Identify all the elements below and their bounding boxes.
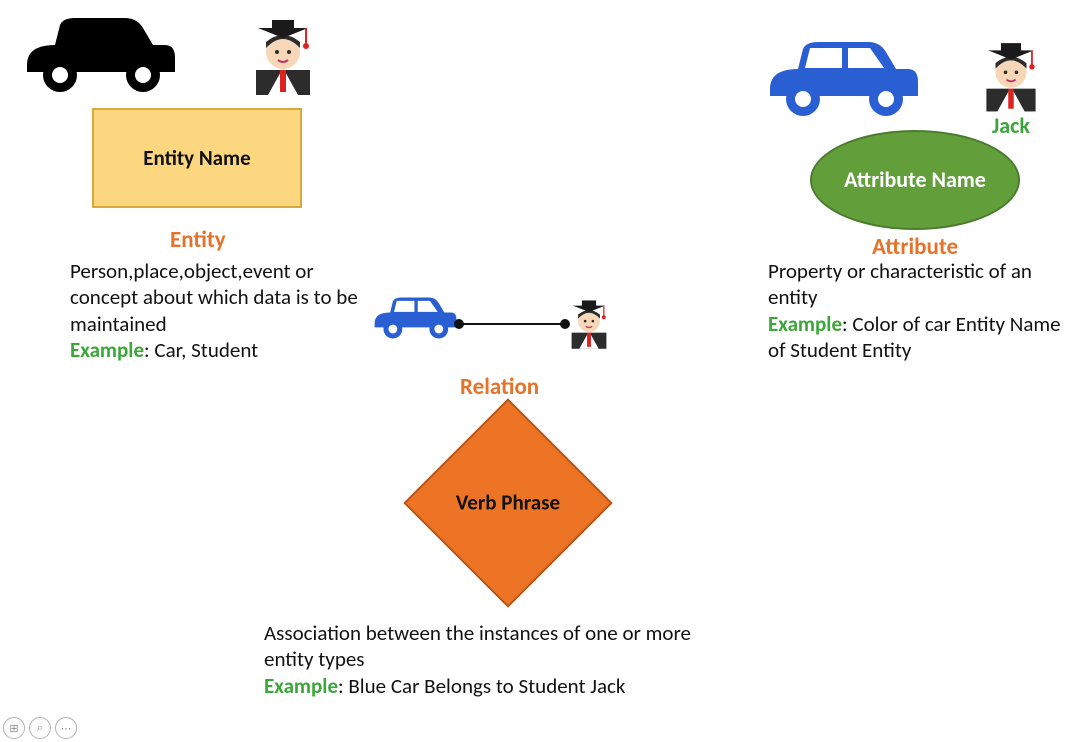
entity-title: Entity [170, 226, 226, 254]
student-icon [970, 34, 1052, 121]
relation-connector-line [459, 323, 564, 325]
entity-description: Person,place,object,event or concept abo… [70, 258, 360, 363]
entity-shape-box: Entity Name [92, 108, 302, 208]
grip-icon[interactable]: ⊞ [3, 717, 25, 739]
relation-diamond-label: Verb Phrase [448, 490, 568, 515]
student-icon [238, 10, 328, 105]
student-icon [560, 294, 618, 357]
relation-shape-diamond: Verb Phrase [398, 408, 618, 598]
more-icon[interactable]: ⋯ [55, 717, 77, 739]
car-icon [368, 290, 462, 351]
attribute-name-tag: Jack [992, 112, 1030, 139]
attribute-ellipse-label: Attribute Name [844, 167, 986, 193]
car-icon [15, 10, 185, 105]
relation-description: Association between the instances of one… [264, 620, 744, 699]
viewer-controls: ⊞ ⌕ ⋯ [3, 717, 77, 739]
attribute-description: Property or characteristic of an entity … [768, 258, 1063, 363]
entity-box-label: Entity Name [143, 145, 250, 171]
relation-title: Relation [460, 373, 539, 401]
car-icon [758, 34, 928, 129]
zoom-icon[interactable]: ⌕ [29, 717, 51, 739]
attribute-title: Attribute [872, 233, 958, 261]
attribute-shape-ellipse: Attribute Name [810, 130, 1020, 230]
relation-connector-dot [454, 319, 464, 329]
